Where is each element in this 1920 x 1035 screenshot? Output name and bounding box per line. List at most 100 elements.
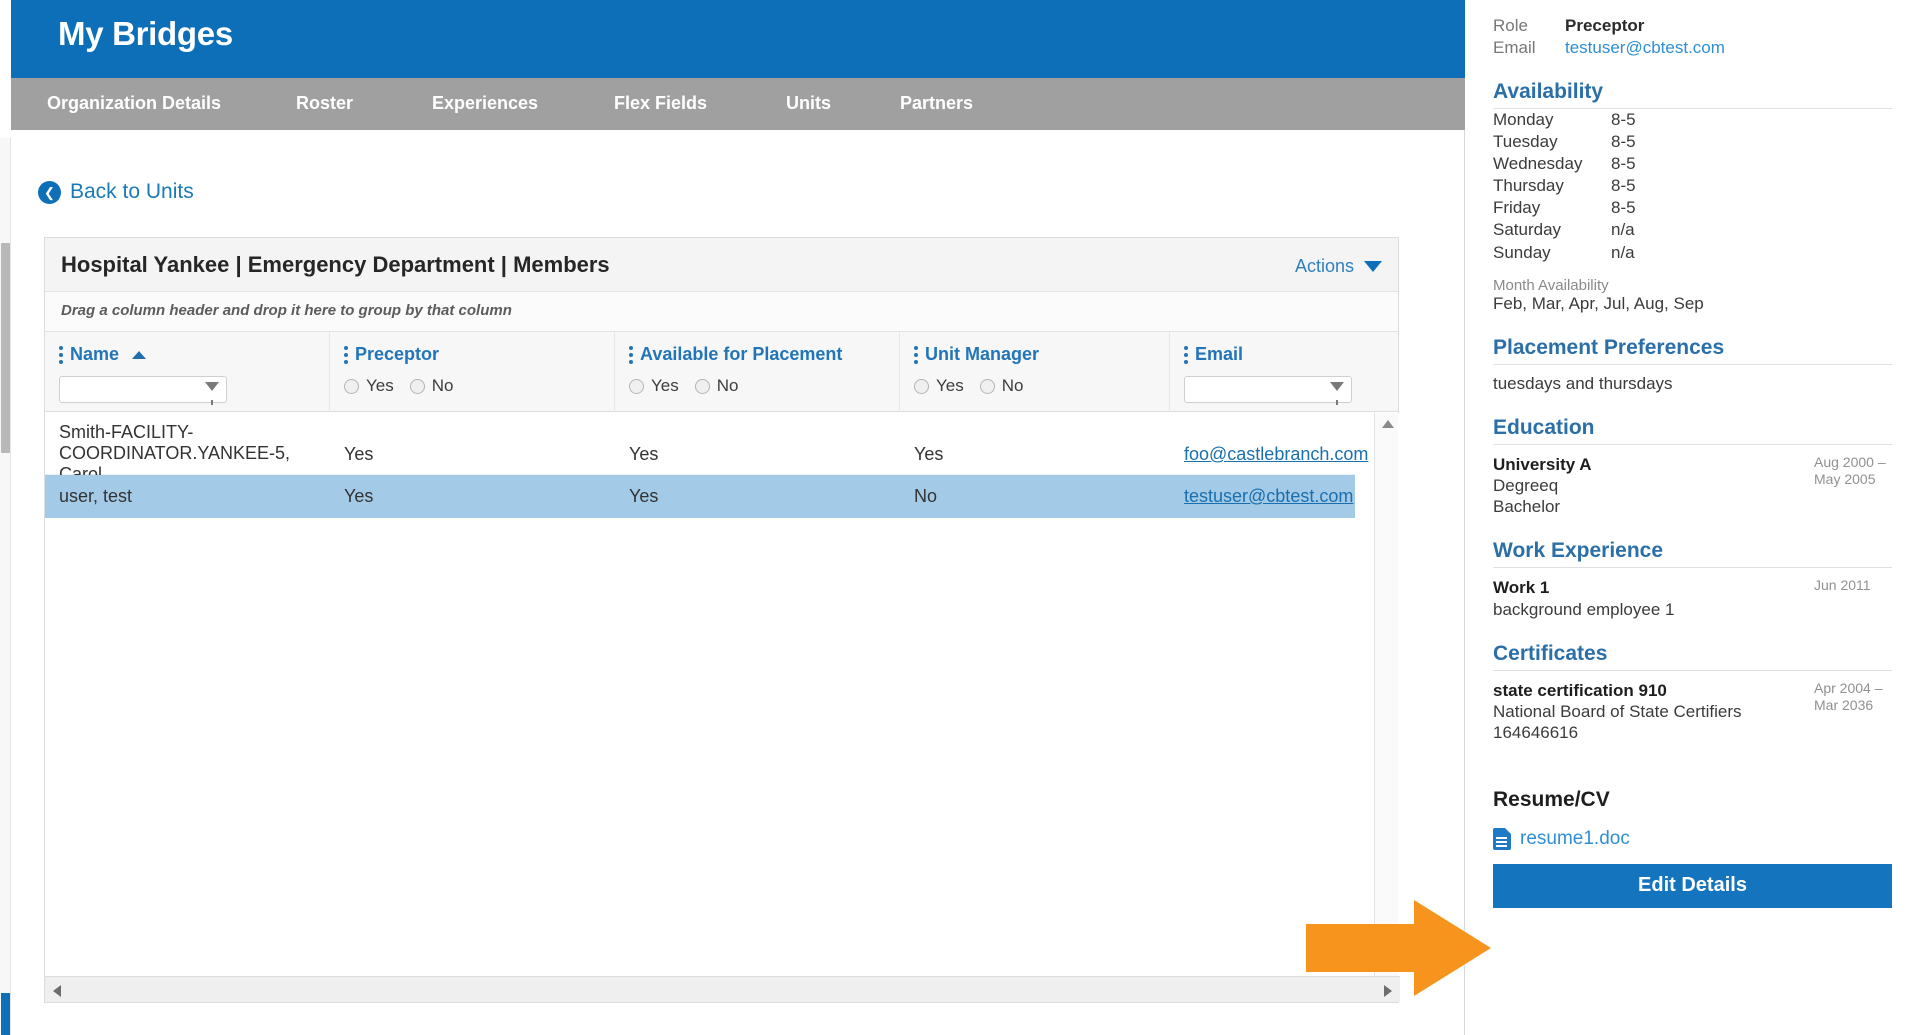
filter-input-email[interactable] — [1184, 376, 1352, 405]
app-brand-title: My Bridges — [58, 15, 233, 52]
cell-available: Yes — [629, 486, 659, 506]
page-title: Hospital Yankee | Emergency Department |… — [61, 252, 610, 277]
nav-item-organization-details[interactable]: Organization Details — [47, 93, 221, 114]
scroll-left-icon[interactable] — [53, 985, 61, 997]
radio-option-label: No — [1001, 376, 1024, 395]
resume-file-link[interactable]: resume1.doc — [1493, 827, 1892, 850]
availability-day: Tuesday — [1493, 132, 1558, 152]
nav-item-roster[interactable]: Roster — [296, 93, 353, 114]
certificate-entry: state certification 910 National Board of… — [1493, 680, 1892, 744]
page-vertical-scrollbar[interactable] — [0, 138, 11, 1035]
grid-body: Smith-FACILITY- COORDINATOR.YANKEE-5, Caro… — [45, 413, 1400, 978]
radio-option-label: Yes — [936, 376, 964, 395]
certificate-entry-dates: Apr 2004 – Mar 2036 — [1814, 679, 1883, 714]
column-header-email[interactable]: Email — [1170, 332, 1376, 412]
radio-button-icon[interactable] — [344, 378, 359, 394]
radio-button-icon[interactable] — [914, 378, 929, 394]
education-entry-line3: Bachelor — [1493, 497, 1561, 517]
actions-label: Actions — [1294, 256, 1354, 276]
radio-option-no[interactable]: No — [409, 376, 453, 396]
education-entry: University A Degreeq Bachelor Aug 2000 – Ma… — [1493, 454, 1892, 518]
role-value: Preceptor — [1565, 16, 1645, 35]
table-row[interactable]: Smith-FACILITY- COORDINATOR.YANKEE-5, Caro… — [45, 413, 1368, 484]
edit-details-button[interactable]: Edit Details — [1493, 863, 1892, 908]
availability-day: Monday — [1493, 110, 1554, 129]
members-grid-panel: Hospital Yankee | Emergency Department |… — [44, 237, 1400, 1003]
column-header-available-for-placement[interactable]: Available for Placement Yes No — [615, 332, 900, 412]
cell-available: Yes — [629, 444, 659, 464]
nav-item-units[interactable]: Units — [786, 93, 831, 114]
nav-item-experiences[interactable]: Experiences — [432, 93, 538, 114]
filter-radios-preceptor: Yes No — [344, 376, 453, 396]
filter-icon[interactable] — [205, 382, 219, 405]
availability-row: Friday 8-5 — [1493, 197, 1892, 219]
column-header-preceptor[interactable]: Preceptor Yes No — [330, 332, 615, 412]
availability-row: Tuesday 8-5 — [1493, 131, 1892, 153]
radio-option-no[interactable]: No — [694, 376, 738, 396]
certificate-entry-line2: National Board of State Certifiers — [1493, 702, 1742, 722]
role-label: Role — [1493, 16, 1528, 35]
table-row[interactable]: user, test Yes Yes No testuser@cbtest.com — [45, 475, 1355, 518]
work-experience-list: Work 1 background employee 1 Jun 2011 — [1493, 577, 1892, 620]
certificate-entry-text: state certification 910 National Board of… — [1493, 680, 1742, 744]
email-value-link[interactable]: testuser@cbtest.com — [1565, 38, 1725, 58]
radio-button-icon[interactable] — [409, 378, 425, 394]
availability-hours: 8-5 — [1611, 154, 1636, 174]
column-menu-icon[interactable] — [59, 345, 63, 364]
back-to-units-link[interactable]: ❮ Back to Units — [38, 180, 194, 204]
availability-hours: 8-5 — [1611, 176, 1636, 196]
certificates-heading: Certificates — [1493, 642, 1892, 671]
education-entry-line2: Degreeq — [1493, 475, 1559, 495]
group-by-dropzone[interactable]: Drag a column header and drop it here to… — [45, 292, 1398, 332]
cell-email[interactable]: foo@castlebranch.com — [1184, 444, 1372, 465]
detail-email-row: Email testuser@cbtest.com — [1493, 38, 1892, 58]
arrow-right-icon — [1306, 900, 1491, 996]
work-experience-entry-title: Work 1 — [1493, 578, 1550, 598]
work-experience-entry-dates: Jun 2011 — [1814, 577, 1871, 594]
radio-button-icon[interactable] — [979, 378, 995, 394]
cell-preceptor: Yes — [344, 444, 374, 464]
document-icon — [1493, 827, 1511, 850]
radio-option-yes[interactable]: Yes — [629, 376, 679, 396]
availability-row: Wednesday 8-5 — [1493, 153, 1892, 175]
radio-option-yes[interactable]: Yes — [344, 376, 394, 396]
placement-preferences-heading: Placement Preferences — [1493, 336, 1892, 365]
availability-day: Wednesday — [1493, 154, 1583, 174]
scroll-up-icon[interactable] — [1382, 420, 1394, 428]
cell-email[interactable]: testuser@cbtest.com — [1184, 486, 1372, 507]
availability-hours: 8-5 — [1611, 198, 1636, 218]
column-menu-icon[interactable] — [1184, 345, 1188, 364]
column-menu-icon[interactable] — [629, 345, 633, 364]
filter-input-name[interactable] — [59, 376, 227, 405]
radio-option-label: Yes — [651, 376, 679, 395]
cell-preceptor: Yes — [344, 486, 374, 506]
column-menu-icon[interactable] — [344, 345, 348, 364]
availability-row: Monday 8-5 — [1493, 109, 1892, 131]
radio-option-yes[interactable]: Yes — [914, 376, 964, 396]
availability-row: Saturday n/a — [1493, 219, 1892, 241]
availability-day: Friday — [1493, 198, 1541, 218]
column-header-label: Unit Manager — [925, 344, 1040, 364]
education-list: University A Degreeq Bachelor Aug 2000 – Ma… — [1493, 454, 1892, 518]
availability-row: Sunday n/a — [1493, 242, 1892, 264]
filter-icon[interactable] — [1330, 382, 1344, 405]
column-menu-icon[interactable] — [914, 345, 918, 364]
nav-item-flex-fields[interactable]: Flex Fields — [614, 93, 707, 114]
scrollbar-thumb[interactable] — [1, 243, 10, 453]
sort-ascending-icon — [132, 350, 147, 359]
column-header-name[interactable]: Name — [45, 332, 330, 412]
education-entry-title: University A — [1493, 454, 1592, 474]
availability-list: Monday 8-5 Tuesday 8-5 Wednesday 8-5 Thursday 8… — [1493, 109, 1892, 264]
radio-button-icon[interactable] — [629, 378, 644, 394]
group-by-hint-text: Drag a column header and drop it here to… — [61, 302, 512, 319]
scrollbar-thumb-secondary[interactable] — [1, 993, 10, 1035]
education-heading: Education — [1493, 416, 1892, 445]
grid-horizontal-scrollbar[interactable] — [45, 976, 1400, 1002]
chevron-left-icon: ❮ — [38, 180, 61, 204]
column-header-unit-manager[interactable]: Unit Manager Yes No — [900, 332, 1170, 412]
nav-item-partners[interactable]: Partners — [900, 93, 973, 114]
radio-button-icon[interactable] — [694, 378, 710, 394]
grid-vertical-scrollbar[interactable] — [1374, 413, 1398, 978]
actions-dropdown-button[interactable]: Actions — [1295, 256, 1382, 277]
radio-option-no[interactable]: No — [979, 376, 1024, 396]
